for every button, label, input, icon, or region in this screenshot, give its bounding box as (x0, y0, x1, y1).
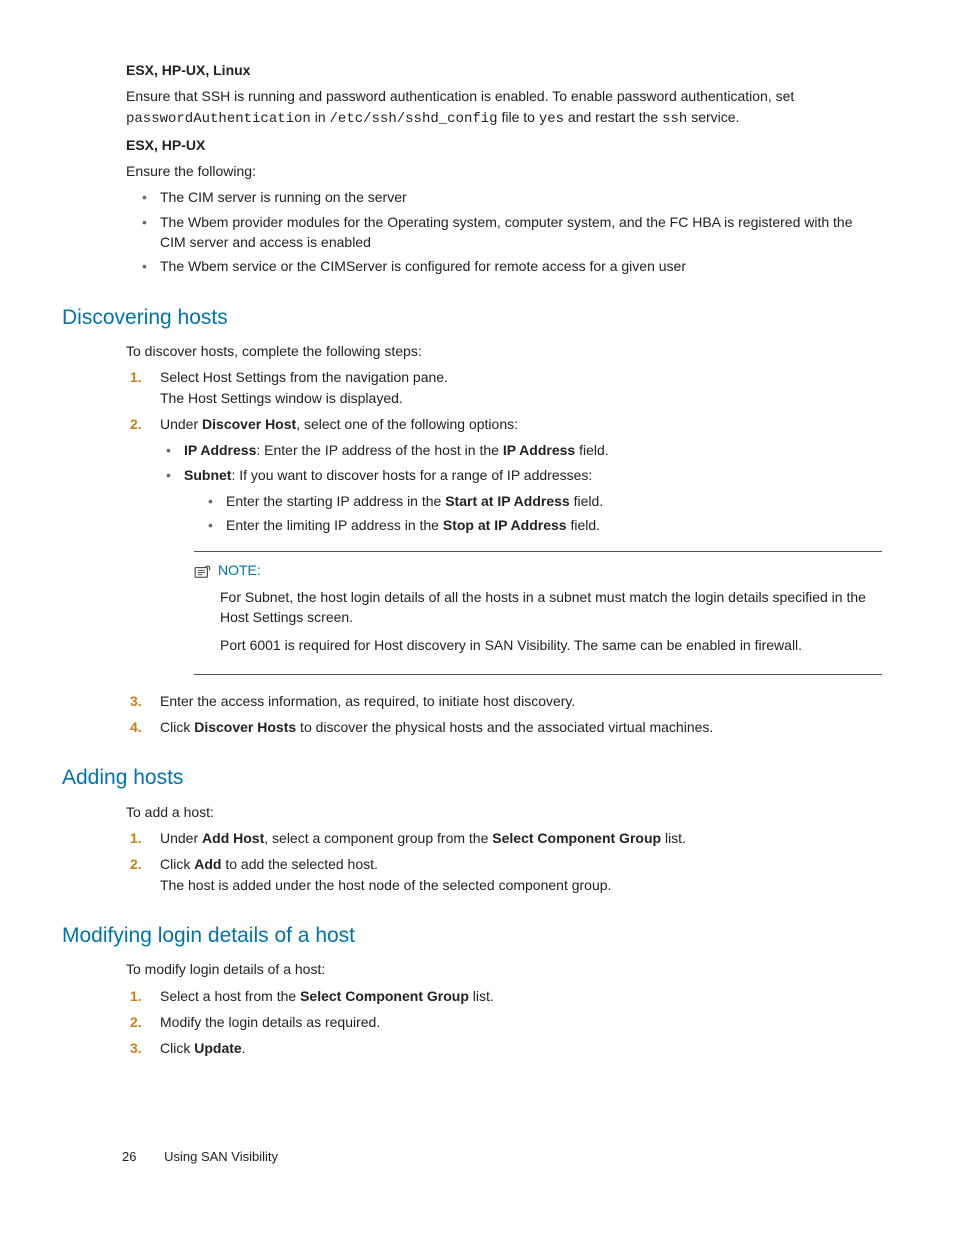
text: Enter the limiting IP address in the (226, 517, 443, 533)
heading-discovering-hosts: Discovering hosts (62, 303, 882, 333)
discover-options: IP Address: Enter the IP address of the … (164, 440, 882, 535)
bold: Subnet (184, 467, 231, 483)
bold: Select Component Group (300, 988, 469, 1004)
note-box: NOTE: For Subnet, the host login details… (194, 551, 882, 674)
text: The Host Settings window is displayed. (160, 388, 882, 408)
code-ssh: ssh (662, 111, 687, 127)
text: , select one of the following options: (296, 416, 518, 432)
step-2: Click Add to add the selected host. The … (126, 854, 882, 895)
text: The host is added under the host node of… (160, 875, 882, 895)
ensure-following: Ensure the following: (126, 161, 882, 181)
step-1: Select Host Settings from the navigation… (126, 367, 882, 408)
list-item: Enter the limiting IP address in the Sto… (206, 515, 882, 535)
bold: IP Address (503, 442, 575, 458)
text: Click (160, 1040, 194, 1056)
add-steps: Under Add Host, select a component group… (126, 828, 882, 895)
heading-adding-hosts: Adding hosts (62, 763, 882, 793)
text: field. (575, 442, 608, 458)
note-label: NOTE: (218, 560, 261, 580)
text: , select a component group from the (264, 830, 492, 846)
list-item: The CIM server is running on the server (140, 187, 882, 207)
text: Click (160, 719, 194, 735)
page-footer: 26 Using SAN Visibility (122, 1148, 278, 1167)
text: to discover the physical hosts and the a… (296, 719, 713, 735)
note-header: NOTE: (194, 560, 882, 580)
mod-intro: To modify login details of a host: (126, 959, 882, 979)
subnet-substeps: Enter the starting IP address in the Sta… (206, 491, 882, 536)
heading-modifying-login: Modifying login details of a host (62, 921, 882, 951)
text: file to (498, 109, 539, 125)
text: . (242, 1040, 246, 1056)
page-content: ESX, HP-UX, Linux Ensure that SSH is run… (126, 60, 882, 1059)
bold: Discover Host (202, 416, 296, 432)
list-item: IP Address: Enter the IP address of the … (164, 440, 882, 460)
note-text: For Subnet, the host login details of al… (220, 587, 882, 628)
ssh-paragraph: Ensure that SSH is running and password … (126, 86, 882, 129)
text: Enter the starting IP address in the (226, 493, 445, 509)
ensure-list: The CIM server is running on the server … (140, 187, 882, 276)
text: field. (567, 517, 600, 533)
text: field. (570, 493, 603, 509)
text: Select a host from the (160, 988, 300, 1004)
code-passwordauth: passwordAuthentication (126, 111, 311, 127)
note-icon (194, 564, 212, 578)
note-body: For Subnet, the host login details of al… (220, 587, 882, 656)
disc-steps: Select Host Settings from the navigation… (126, 367, 882, 737)
list-item: Enter the starting IP address in the Sta… (206, 491, 882, 511)
text: : If you want to discover hosts for a ra… (231, 467, 592, 483)
mod-steps: Select a host from the Select Component … (126, 986, 882, 1059)
bold: Update (194, 1040, 241, 1056)
text: Under (160, 416, 202, 432)
bold: Select Component Group (492, 830, 661, 846)
code-yes: yes (539, 111, 564, 127)
bold: Stop at IP Address (443, 517, 567, 533)
note-text: Port 6001 is required for Host discovery… (220, 635, 882, 655)
text: Select Host Settings from the navigation… (160, 369, 448, 385)
text: Click (160, 856, 194, 872)
bold: Add Host (202, 830, 264, 846)
footer-title: Using SAN Visibility (164, 1149, 278, 1164)
text: Under (160, 830, 202, 846)
text: : Enter the IP address of the host in th… (256, 442, 502, 458)
text: list. (661, 830, 686, 846)
text: and restart the (564, 109, 662, 125)
add-intro: To add a host: (126, 802, 882, 822)
bold: Discover Hosts (194, 719, 296, 735)
subhead-esx-hpux-linux: ESX, HP-UX, Linux (126, 60, 882, 80)
bold: IP Address (184, 442, 256, 458)
text: list. (469, 988, 494, 1004)
text: to add the selected host. (221, 856, 377, 872)
subhead-esx-hpux: ESX, HP-UX (126, 135, 882, 155)
disc-intro: To discover hosts, complete the followin… (126, 341, 882, 361)
code-sshd-config: /etc/ssh/sshd_config (330, 111, 498, 127)
step-4: Click Discover Hosts to discover the phy… (126, 717, 882, 737)
step-1: Select a host from the Select Component … (126, 986, 882, 1006)
text: service. (687, 109, 739, 125)
step-2: Under Discover Host, select one of the f… (126, 414, 882, 675)
step-3: Enter the access information, as require… (126, 691, 882, 711)
step-1: Under Add Host, select a component group… (126, 828, 882, 848)
list-item: The Wbem service or the CIMServer is con… (140, 256, 882, 276)
bold: Start at IP Address (445, 493, 570, 509)
text: Ensure that SSH is running and password … (126, 88, 794, 104)
page-number: 26 (122, 1149, 136, 1164)
step-3: Click Update. (126, 1038, 882, 1058)
list-item: Subnet: If you want to discover hosts fo… (164, 465, 882, 536)
list-item: The Wbem provider modules for the Operat… (140, 212, 882, 253)
bold: Add (194, 856, 221, 872)
step-2: Modify the login details as required. (126, 1012, 882, 1032)
text: in (311, 109, 330, 125)
